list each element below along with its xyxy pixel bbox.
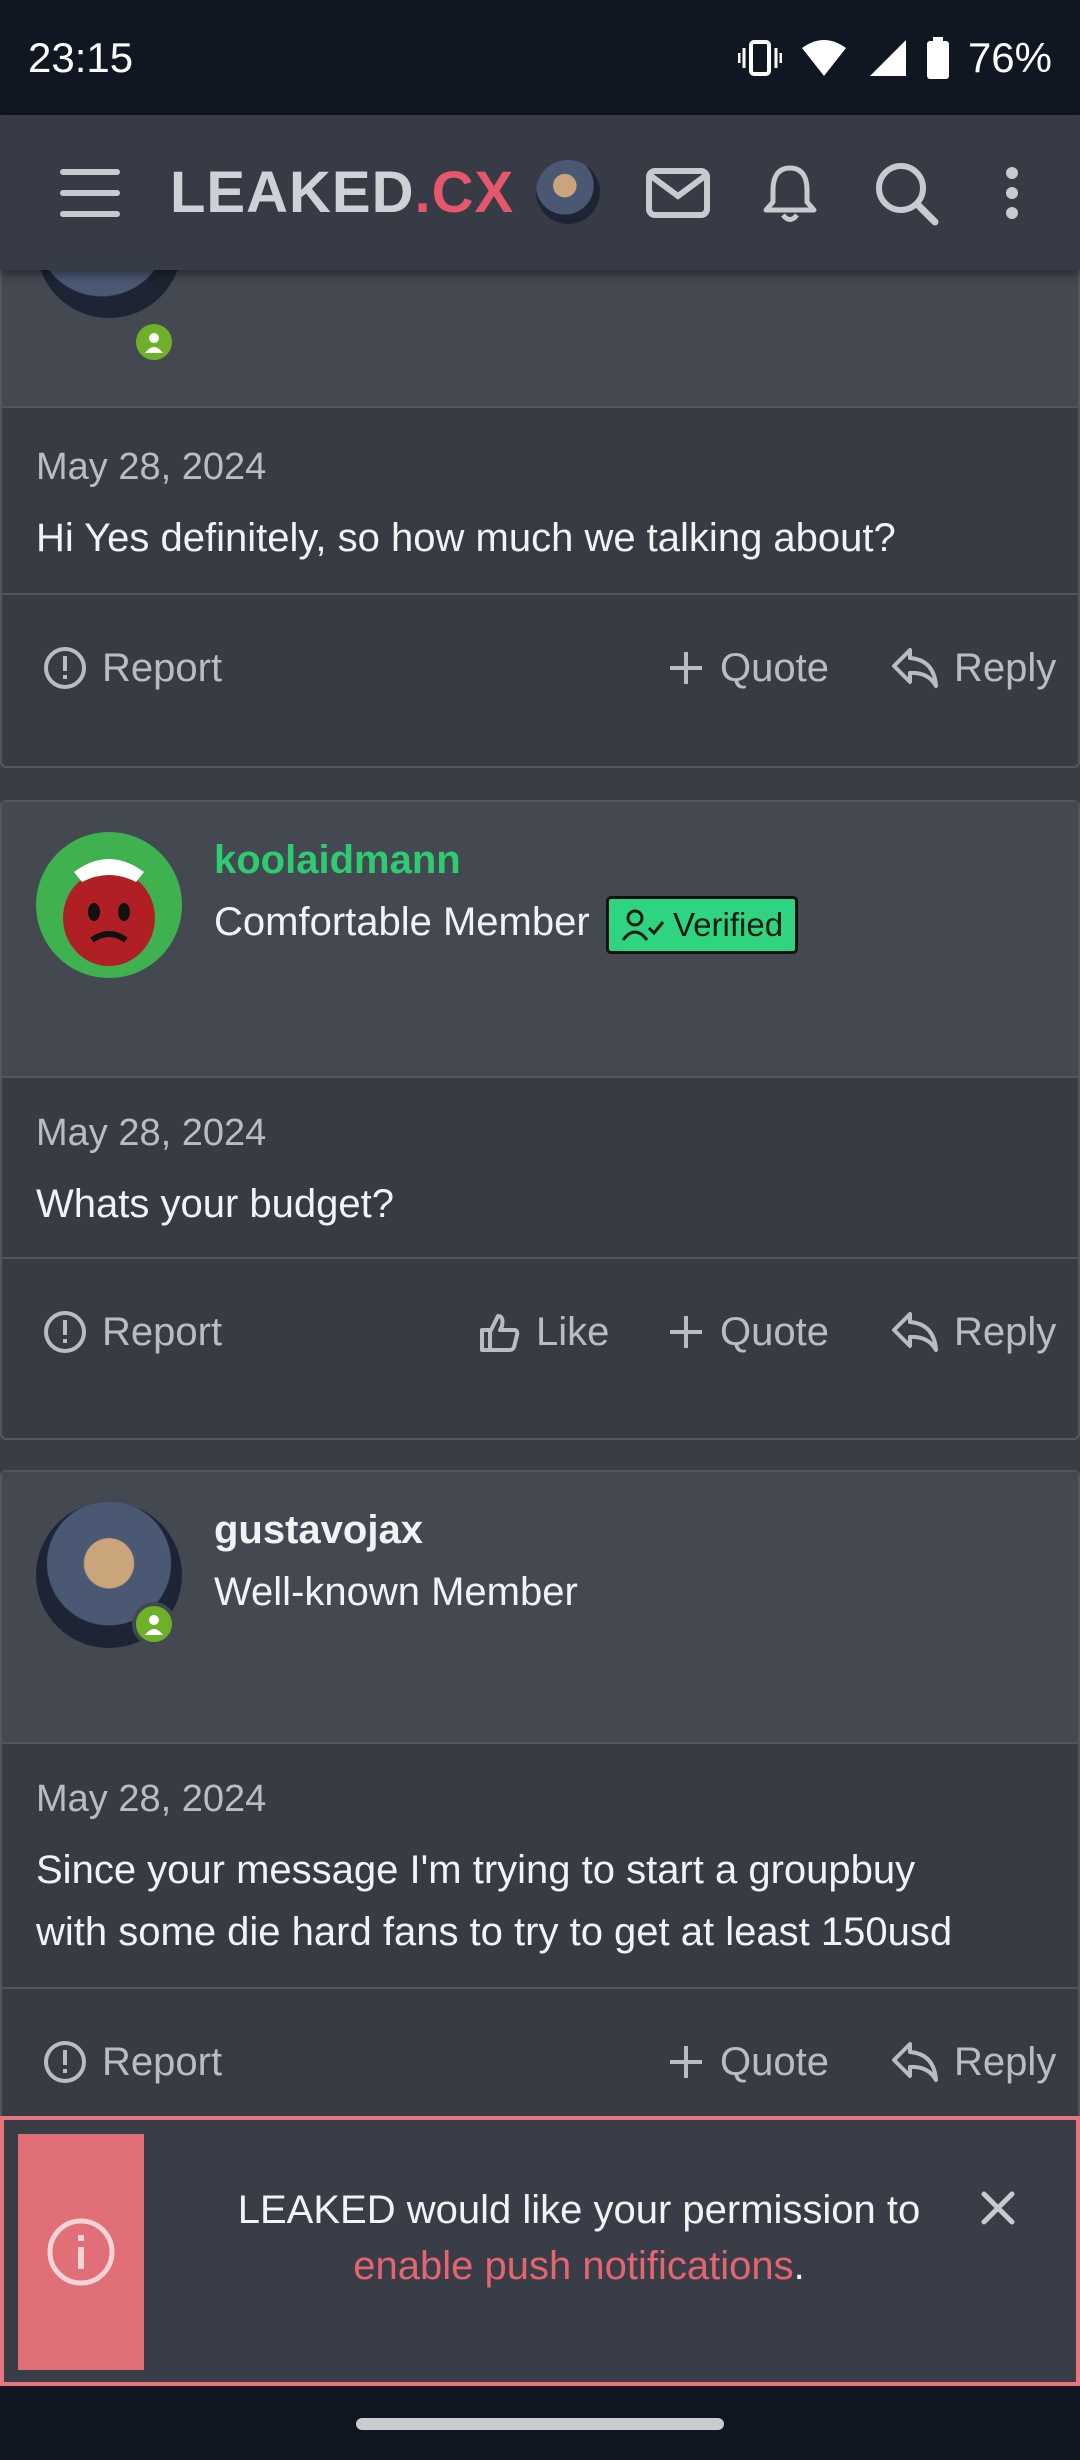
- reply-icon: [892, 648, 938, 688]
- inbox-icon[interactable]: [640, 155, 716, 231]
- reply-label: Reply: [954, 2039, 1057, 2084]
- post-date[interactable]: May 28, 2024: [36, 1112, 1044, 1155]
- report-label: Report: [102, 645, 223, 690]
- toast-text-after: .: [793, 2244, 805, 2288]
- home-gesture-handle[interactable]: [356, 2418, 724, 2430]
- search-icon[interactable]: [868, 155, 944, 231]
- like-label: Like: [536, 1309, 610, 1354]
- plus-icon: [670, 652, 702, 684]
- quote-button[interactable]: Quote: [666, 1989, 829, 2120]
- user-title: Well-known Member: [214, 1570, 578, 1614]
- post-actions: Report Quote Reply: [2, 1987, 1078, 2120]
- report-button[interactable]: Report: [42, 595, 222, 741]
- user-title: Comfortable Member: [214, 900, 590, 944]
- app-header: LEAKED.CX: [0, 115, 1080, 270]
- user-avatar[interactable]: [36, 270, 182, 318]
- toast-message: LEAKED would like your permission to ena…: [174, 2182, 984, 2294]
- plus-icon: [670, 1316, 702, 1348]
- logo-accent: .CX: [414, 160, 515, 225]
- post-actions: Report Quote Reply: [2, 593, 1078, 739]
- verified-badge: Verified: [606, 896, 799, 954]
- more-options-icon[interactable]: [974, 155, 1050, 231]
- reply-button[interactable]: Reply: [890, 595, 1056, 741]
- reply-label: Reply: [954, 1309, 1057, 1354]
- post-author-header: koolaidmann Comfortable Member Verified: [2, 802, 1078, 1078]
- status-icons: 76%: [737, 33, 1052, 82]
- reply-button[interactable]: Reply: [890, 1259, 1056, 1405]
- quote-label: Quote: [720, 645, 829, 690]
- online-status-icon: [132, 1602, 176, 1646]
- like-button[interactable]: Like: [478, 1259, 609, 1405]
- reply-icon: [892, 1312, 938, 1352]
- report-icon: [44, 1311, 86, 1353]
- post-date[interactable]: May 28, 2024: [36, 446, 1044, 489]
- username[interactable]: koolaidmann: [214, 838, 461, 883]
- quote-label: Quote: [720, 1309, 829, 1354]
- reply-label: Reply: [954, 645, 1057, 690]
- push-notification-banner: LEAKED would like your permission to ena…: [0, 2116, 1080, 2386]
- battery-percent: 76%: [967, 33, 1052, 81]
- menu-icon[interactable]: [60, 168, 120, 217]
- report-label: Report: [102, 2039, 223, 2084]
- post: koolaidmann Comfortable Member Verified …: [0, 800, 1080, 1440]
- report-icon: [44, 647, 86, 689]
- post-text: Whats your budget?: [36, 1182, 394, 1226]
- quote-label: Quote: [720, 2039, 829, 2084]
- site-logo[interactable]: LEAKED.CX: [170, 159, 514, 226]
- reply-button[interactable]: Reply: [890, 1989, 1056, 2120]
- vibrate-icon: [737, 38, 782, 78]
- reply-icon: [892, 2042, 938, 2082]
- post-body: May 28, 2024 Whats your budget?: [2, 1112, 1078, 1235]
- status-time: 23:15: [28, 33, 134, 81]
- user-avatar[interactable]: [36, 832, 182, 978]
- quote-button[interactable]: Quote: [666, 1259, 829, 1405]
- online-status-icon: [132, 320, 176, 364]
- post-date[interactable]: May 28, 2024: [36, 1778, 1044, 1821]
- post-text-line: with some die hard fans to try to get at…: [36, 1910, 953, 1954]
- info-icon: [18, 2134, 144, 2370]
- account-avatar[interactable]: [536, 160, 600, 224]
- post-body: May 28, 2024 Hi Yes definitely, so how m…: [2, 446, 1078, 569]
- post-actions: Report Like Quote Reply: [2, 1257, 1078, 1403]
- enable-push-link[interactable]: enable push notifications: [353, 2244, 793, 2288]
- signal-icon: [866, 38, 908, 78]
- status-bar: 23:15 76%: [0, 0, 1080, 115]
- report-icon: [44, 2041, 86, 2083]
- report-button[interactable]: Report: [42, 1989, 222, 2120]
- post-author-header: gustavojax Well-known Member: [2, 1472, 1078, 1744]
- post-text: Hi Yes definitely, so how much we talkin…: [36, 516, 896, 560]
- post-body: May 28, 2024 Since your message I'm tryi…: [2, 1778, 1078, 1963]
- post-author-header: [2, 270, 1078, 408]
- report-button[interactable]: Report: [42, 1259, 222, 1405]
- plus-icon: [670, 2046, 702, 2078]
- quote-button[interactable]: Quote: [666, 595, 829, 741]
- verified-label: Verified: [673, 906, 784, 943]
- bell-icon[interactable]: [752, 155, 828, 231]
- user-check-icon: [621, 909, 665, 941]
- post: May 28, 2024 Hi Yes definitely, so how m…: [0, 270, 1080, 768]
- system-nav-bar: [0, 2386, 1080, 2460]
- post: gustavojax Well-known Member May 28, 202…: [0, 1470, 1080, 2120]
- thread-feed[interactable]: May 28, 2024 Hi Yes definitely, so how m…: [0, 270, 1080, 2120]
- toast-text-before: LEAKED would like your permission to: [237, 2188, 921, 2232]
- close-icon[interactable]: [976, 2186, 1020, 2230]
- wifi-icon: [800, 38, 848, 78]
- post-text-line: Since your message I'm trying to start a…: [36, 1848, 916, 1892]
- username[interactable]: gustavojax: [214, 1508, 423, 1553]
- battery-icon: [926, 36, 950, 79]
- thumbs-up-icon: [480, 1314, 520, 1352]
- report-label: Report: [102, 1309, 223, 1354]
- logo-main: LEAKED: [170, 160, 415, 225]
